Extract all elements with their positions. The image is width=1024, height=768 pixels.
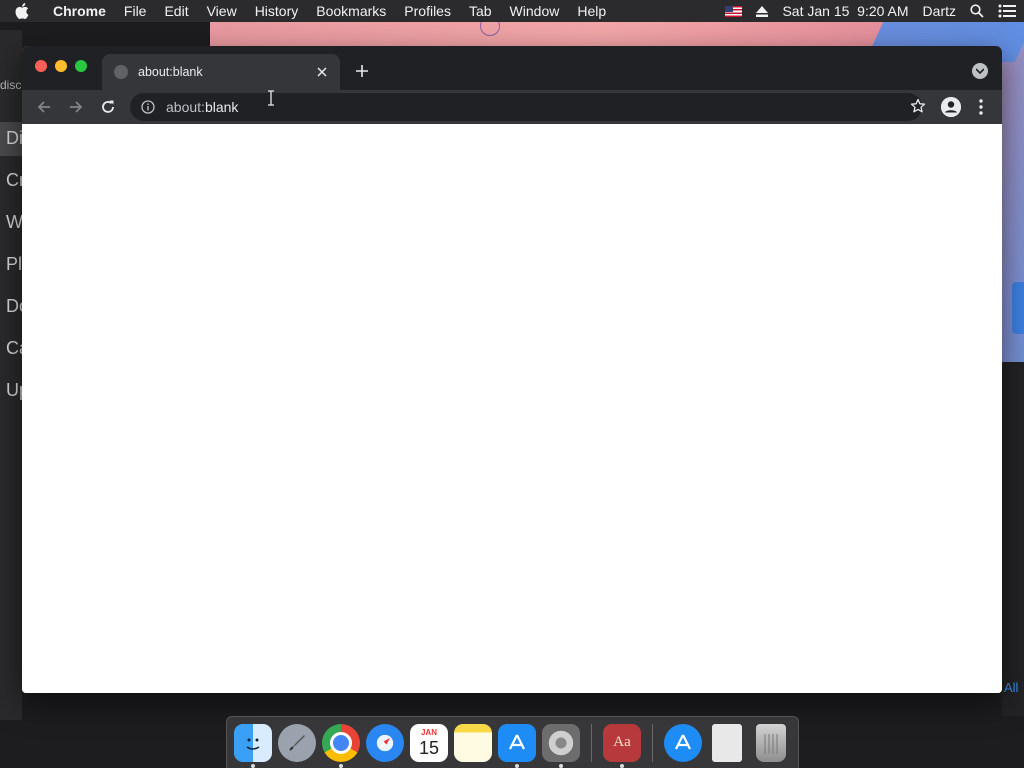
background-window[interactable]: disco Di Cr W Pl Do Ca Up	[0, 30, 22, 720]
background-window-edge	[1012, 282, 1024, 334]
background-list-item[interactable]: W	[6, 212, 22, 232]
flag-icon[interactable]	[725, 5, 743, 17]
running-indicator	[620, 763, 624, 768]
background-list-item[interactable]: Di	[6, 128, 22, 148]
star-icon[interactable]	[910, 98, 926, 117]
background-all-link[interactable]: All	[1004, 680, 1018, 695]
eject-icon[interactable]	[756, 5, 769, 17]
background-list-item[interactable]: Pl	[6, 254, 22, 274]
system-preferences-icon[interactable]	[542, 723, 580, 768]
running-indicator	[339, 763, 343, 768]
tab-search-icon[interactable]	[972, 63, 988, 79]
menu-bookmarks[interactable]: Bookmarks	[307, 3, 395, 19]
menu-app-name[interactable]: Chrome	[44, 3, 115, 19]
background-list-item[interactable]: Up	[6, 380, 22, 400]
background-list-item[interactable]: Ca	[6, 338, 22, 358]
close-tab-icon[interactable]	[314, 64, 330, 80]
menu-edit[interactable]: Edit	[155, 3, 197, 19]
menu-bar: Chrome File Edit View History Bookmarks …	[0, 0, 1024, 22]
spotlight-icon[interactable]	[970, 4, 984, 18]
reload-icon[interactable]	[92, 93, 124, 121]
running-indicator	[559, 763, 563, 768]
browser-toolbar: about: blank	[22, 90, 1002, 124]
menu-window[interactable]: Window	[501, 3, 569, 19]
tab-title: about:blank	[138, 65, 203, 79]
url-host: blank	[204, 99, 239, 115]
dock: JAN 15 Aa	[226, 716, 799, 768]
menu-tab[interactable]: Tab	[460, 3, 501, 19]
forward-icon[interactable]	[60, 93, 92, 121]
dock-separator	[652, 723, 653, 762]
menu-profiles[interactable]: Profiles	[395, 3, 460, 19]
url-scheme: about:	[166, 99, 205, 115]
user-name[interactable]: Dartz	[923, 3, 956, 19]
calendar-icon[interactable]: JAN 15	[410, 723, 448, 762]
launchpad-icon[interactable]	[278, 723, 316, 762]
info-icon[interactable]	[140, 99, 156, 115]
notes-icon[interactable]	[454, 723, 492, 762]
wallpaper-ring	[480, 22, 500, 36]
globe-icon	[114, 65, 128, 79]
background-window-header: disco	[0, 78, 22, 92]
address-bar[interactable]: about: blank	[130, 93, 926, 121]
app-store-downloads-icon[interactable]	[664, 723, 702, 762]
running-indicator	[251, 763, 255, 768]
tab-about-blank[interactable]: about:blank	[102, 54, 340, 90]
chrome-icon[interactable]	[322, 723, 360, 768]
document-icon[interactable]	[712, 723, 742, 762]
dictionary-label: Aa	[613, 734, 631, 750]
background-list-item[interactable]: Do	[6, 296, 22, 316]
menu-help[interactable]: Help	[568, 3, 615, 19]
apple-icon[interactable]	[0, 3, 44, 19]
dictionary-icon[interactable]: Aa	[603, 723, 641, 768]
clock[interactable]: Sat Jan 15 9:20 AM	[782, 3, 908, 19]
background-window-right: All	[1002, 362, 1024, 716]
zoom-window-button[interactable]	[75, 60, 87, 72]
control-center-icon[interactable]	[998, 4, 1016, 18]
tab-strip: about:blank	[22, 46, 1002, 90]
finder-icon[interactable]	[234, 723, 272, 768]
dock-separator	[591, 723, 592, 762]
text-cursor-icon	[266, 90, 276, 107]
menu-file[interactable]: File	[115, 3, 156, 19]
close-window-button[interactable]	[35, 60, 47, 72]
back-icon[interactable]	[28, 93, 60, 121]
menu-icon[interactable]	[966, 93, 996, 121]
menu-history[interactable]: History	[246, 3, 308, 19]
minimize-window-button[interactable]	[55, 60, 67, 72]
running-indicator	[515, 763, 519, 768]
trash-icon[interactable]	[756, 723, 786, 762]
profile-icon[interactable]	[941, 97, 961, 117]
calendar-day: 15	[418, 737, 440, 758]
app-store-icon[interactable]	[498, 723, 536, 768]
background-list-item[interactable]: Cr	[6, 170, 22, 190]
new-tab-button[interactable]	[352, 61, 372, 81]
chrome-window: about:blank about: blank	[22, 46, 1002, 693]
calendar-month: JAN	[420, 727, 437, 737]
window-controls	[35, 60, 87, 72]
safari-icon[interactable]	[366, 723, 404, 762]
page-viewport[interactable]	[22, 124, 1002, 693]
menu-view[interactable]: View	[198, 3, 246, 19]
